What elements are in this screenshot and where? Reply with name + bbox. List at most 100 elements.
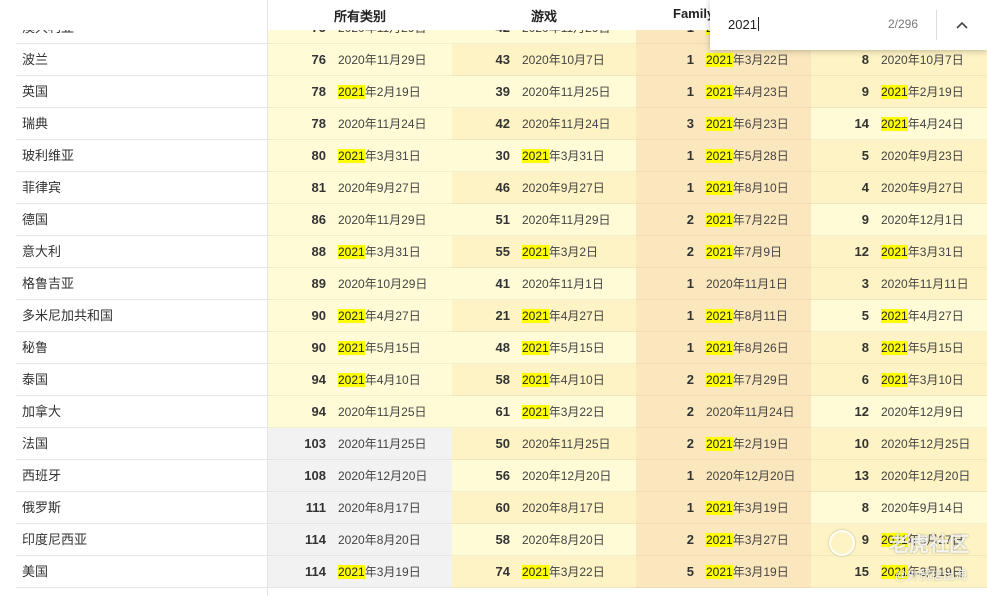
rank-value: 12: [854, 244, 869, 259]
rank-date: 2020年10月29日: [338, 277, 428, 291]
rank-date: 2021年4月24日: [881, 108, 964, 140]
rank-date: 2021年6月23日: [706, 108, 789, 140]
rank-value: 48: [495, 340, 510, 355]
rank-cell: 50 2020年11月25日: [452, 428, 636, 460]
find-in-page-bar: 2021 2/296: [710, 0, 987, 50]
rank-date: 2021年7月9日: [706, 236, 782, 268]
rank-date: 2021年3月31日: [338, 140, 421, 172]
search-match-highlight: 2021: [706, 149, 733, 163]
rank-cell: 12 2021年3月31日: [811, 236, 987, 268]
rank-value: 86: [311, 212, 326, 227]
rank-date: 2020年12月9日: [881, 405, 964, 419]
watermark-logo-icon: [829, 530, 855, 556]
rank-cell: 1 2020年12月20日: [636, 460, 811, 492]
rank-cell: 90 2021年5月15日: [268, 332, 452, 364]
rank-cell: 58 2021年4月10日: [452, 364, 636, 396]
rank-date: 2020年12月1日: [881, 213, 964, 227]
rank-date: 2020年9月27日: [338, 181, 421, 195]
table-row: 玻利维亚 80 2021年3月31日 30 2021年3月31日 1 2021年5月28日 5…: [0, 140, 987, 172]
rank-cell: 5 2021年4月27日: [811, 300, 987, 332]
watermark-text: 老虎社区: [889, 534, 969, 556]
date-remainder: 年3月10日: [907, 373, 964, 387]
rank-cell: 42 2020年11月29日: [452, 30, 636, 44]
rank-cell: 21 2021年4月27日: [452, 300, 636, 332]
search-match-highlight: 2021: [338, 373, 365, 387]
rank-date: 2021年4月27日: [881, 300, 964, 332]
rank-cell: 111 2020年8月17日: [268, 492, 452, 524]
search-match-highlight: 2021: [881, 85, 908, 99]
rank-date: 2021年4月27日: [522, 300, 605, 332]
rank-cell: 4 2020年9月27日: [811, 172, 987, 204]
search-match-highlight: 2021: [522, 373, 549, 387]
search-match-highlight: 2021: [706, 181, 733, 195]
rank-value: 75: [312, 30, 326, 44]
rank-value: 1: [686, 84, 694, 99]
date-remainder: 年4月10日: [548, 373, 605, 387]
rank-date: 2021年8月26日: [706, 332, 789, 364]
rank-date: 2021年5月15日: [338, 332, 421, 364]
rank-value: 74: [495, 564, 510, 579]
rank-cell: 3 2020年11月11日: [811, 268, 987, 300]
rank-date: 2021年4月23日: [706, 76, 789, 108]
search-match-highlight: 2021: [706, 565, 733, 579]
rank-date: 2020年12月20日: [881, 469, 971, 483]
rank-date: 2020年12月20日: [522, 469, 612, 483]
rank-value: 56: [495, 468, 510, 483]
date-remainder: 年4月10日: [364, 373, 421, 387]
rank-date: 2021年3月19日: [706, 556, 789, 588]
search-match-highlight: 2021: [706, 501, 733, 515]
column-header-games[interactable]: 游戏: [531, 6, 557, 25]
rank-value: 4: [861, 180, 869, 195]
rank-date: 2021年4月27日: [338, 300, 421, 332]
rank-date: 2021年8月11日: [706, 300, 788, 332]
rank-value: 94: [311, 372, 326, 387]
rank-value: 5: [861, 148, 869, 163]
country-name: 波兰: [22, 52, 49, 67]
rank-value: 21: [495, 308, 510, 323]
column-header-family[interactable]: Family: [673, 6, 714, 21]
watermark-handle: @外贸信出海: [894, 568, 967, 582]
chevron-up-icon[interactable]: [950, 14, 974, 36]
rank-value: 1: [686, 148, 694, 163]
search-match-highlight: 2021: [338, 309, 365, 323]
rank-value: 58: [495, 372, 510, 387]
find-divider: [936, 10, 937, 40]
search-match-highlight: 2021: [706, 245, 733, 259]
rank-value: 1: [687, 30, 694, 44]
country-name: 法国: [22, 436, 49, 451]
rank-cell: 14 2021年4月24日: [811, 108, 987, 140]
rank-value: 6: [861, 372, 869, 387]
rank-value: 60: [495, 500, 510, 515]
find-input[interactable]: 2021: [728, 17, 759, 32]
rank-date: 2020年8月20日: [522, 533, 605, 547]
rank-cell: 1 2021年3月19日: [636, 492, 811, 524]
rank-cell: 56 2020年12月20日: [452, 460, 636, 492]
rank-value: 108: [304, 468, 326, 483]
table-row: 多米尼加共和国 90 2021年4月27日 21 2021年4月27日 1 2021年8月1…: [0, 300, 987, 332]
rank-value: 81: [311, 180, 326, 195]
rank-value: 51: [495, 212, 510, 227]
search-match-highlight: 2021: [338, 149, 365, 163]
rank-value: 15: [854, 564, 869, 579]
date-remainder: 年7月9日: [732, 245, 783, 259]
row-divider: [16, 587, 267, 588]
search-match-highlight: 2021: [706, 213, 733, 227]
rank-cell: 30 2021年3月31日: [452, 140, 636, 172]
date-remainder: 年6月23日: [732, 117, 789, 131]
rank-cell: 42 2020年11月24日: [452, 108, 636, 140]
rank-value: 114: [305, 564, 326, 579]
date-remainder: 年2月19日: [732, 437, 789, 451]
rank-date: 2020年10月7日: [522, 53, 605, 67]
rank-cell: 114 2021年3月19日: [268, 556, 452, 588]
rank-value: 14: [854, 116, 869, 131]
rank-cell: 8 2021年5月15日: [811, 332, 987, 364]
column-header-all-categories[interactable]: 所有类别: [334, 6, 386, 25]
rank-cell: 5 2020年9月23日: [811, 140, 987, 172]
rank-value: 9: [861, 84, 869, 99]
rank-value: 46: [495, 180, 510, 195]
rank-date: 2021年3月22日: [522, 556, 605, 588]
table-row: 菲律宾 81 2020年9月27日 46 2020年9月27日 1 2021年8月10日 4 2…: [0, 172, 987, 204]
rank-cell: 108 2020年12月20日: [268, 460, 452, 492]
rank-cell: 88 2021年3月31日: [268, 236, 452, 268]
rank-date: 2020年12月20日: [338, 469, 428, 483]
